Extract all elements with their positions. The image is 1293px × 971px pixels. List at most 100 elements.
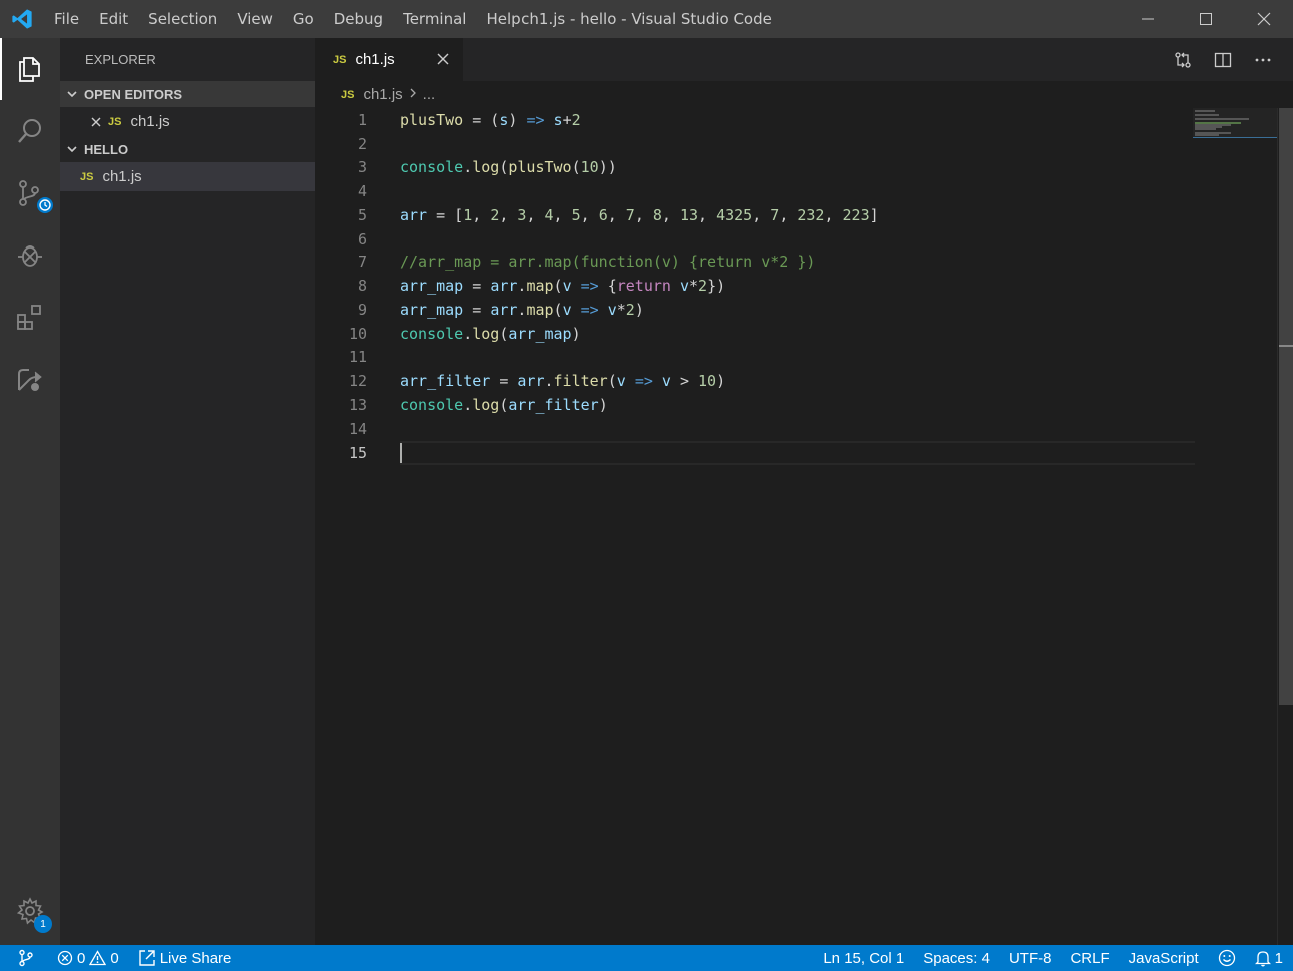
status-bar: 0 0 Live Share Ln 15, Col 1 Spaces: 4 UT… [0, 945, 1293, 971]
line-number: 8 [357, 277, 367, 295]
sidebar-title: EXPLORER [85, 52, 156, 67]
explorer-button[interactable] [0, 38, 60, 100]
code-line: 3 console.log(plusTwo(10)) [315, 155, 1193, 179]
line-number: 1 [357, 111, 367, 129]
open-editor-item[interactable]: JS ch1.js [60, 107, 315, 136]
eol-status[interactable]: CRLF [1060, 945, 1118, 971]
close-icon [437, 53, 449, 65]
minimize-button[interactable] [1119, 0, 1177, 38]
menu-terminal[interactable]: Terminal [393, 0, 476, 38]
code-line: 9 arr_map = arr.map(v => v*2) [315, 298, 1193, 322]
breadcrumb-file[interactable]: ch1.js [363, 86, 402, 103]
close-editor-button[interactable] [84, 116, 108, 128]
open-changes-button[interactable] [1163, 38, 1203, 81]
split-editor-icon [1214, 52, 1232, 67]
close-icon [1257, 12, 1271, 26]
menu-selection[interactable]: Selection [138, 0, 227, 38]
files-icon [19, 57, 40, 82]
window-controls [1119, 0, 1293, 38]
split-editor-button[interactable] [1203, 38, 1243, 81]
bell-icon [1254, 951, 1271, 967]
minimap[interactable] [1193, 108, 1277, 945]
code-editor[interactable]: 1 plusTwo = (s) => s+2 2 3 console.log(p… [315, 108, 1195, 945]
scrollbar-thumb[interactable] [1279, 108, 1293, 705]
open-editor-filename: ch1.js [130, 113, 170, 130]
live-share-icon [138, 950, 155, 966]
line-number: 12 [348, 372, 367, 390]
code-line: 11 [315, 345, 1193, 369]
menu-go[interactable]: Go [283, 0, 324, 38]
language-mode-status[interactable]: JavaScript [1119, 945, 1208, 971]
file-name: ch1.js [102, 168, 142, 185]
manage-button[interactable]: 1 [0, 883, 60, 939]
menu-edit[interactable]: Edit [89, 0, 138, 38]
close-tab-button[interactable] [435, 51, 451, 67]
minimap-line [1195, 118, 1249, 120]
search-icon [18, 119, 41, 143]
line-number: 6 [357, 230, 367, 248]
cursor-position-status[interactable]: Ln 15, Col 1 [814, 945, 913, 971]
js-file-icon: JS [80, 170, 94, 183]
folder-label: HELLO [84, 141, 129, 157]
line-content: console.log(arr_map) [400, 325, 581, 343]
activity-bar: 1 [0, 38, 60, 945]
smiley-icon [1218, 949, 1235, 967]
folder-header-hello[interactable]: HELLO [60, 136, 315, 162]
line-content: plusTwo = (s) => s+2 [400, 111, 581, 129]
error-icon [57, 950, 73, 966]
debug-button[interactable] [0, 224, 60, 286]
chevron-down-icon [60, 88, 84, 100]
menu-file[interactable]: File [44, 0, 89, 38]
encoding-status[interactable]: UTF-8 [999, 945, 1061, 971]
explorer-sidebar: EXPLORER OPEN EDITORS JS ch1.js HELLO JS… [60, 38, 315, 945]
ellipsis-icon [1255, 58, 1271, 61]
editor-tabs: JS ch1.js [315, 38, 1293, 81]
source-control-button[interactable] [0, 162, 60, 224]
js-file-icon: JS [333, 53, 347, 66]
maximize-icon [1200, 13, 1212, 25]
problems-status[interactable]: 0 0 [43, 945, 128, 971]
chevron-right-icon [409, 86, 417, 103]
line-number: 13 [348, 396, 367, 414]
extensions-button[interactable] [0, 286, 60, 348]
code-line: 13 console.log(arr_filter) [315, 393, 1193, 417]
close-window-button[interactable] [1235, 0, 1293, 38]
code-line: 7 //arr_map = arr.map(function(v) {retur… [315, 250, 1193, 274]
menu-view[interactable]: View [227, 0, 283, 38]
live-share-button[interactable] [0, 348, 60, 410]
source-control-status[interactable] [0, 945, 43, 971]
line-number: 15 [348, 444, 367, 462]
cursor-position-marker [1279, 345, 1293, 347]
more-actions-button[interactable] [1243, 38, 1283, 81]
live-share-icon [18, 369, 42, 391]
menu-debug[interactable]: Debug [324, 0, 393, 38]
live-share-status[interactable]: Live Share [128, 945, 241, 971]
menu-help[interactable]: Help [476, 0, 530, 38]
tab-ch1-js[interactable]: JS ch1.js [315, 38, 463, 81]
notifications-button[interactable]: 1 [1245, 945, 1293, 971]
breadcrumb-more[interactable]: ... [423, 86, 436, 103]
open-editors-header[interactable]: OPEN EDITORS [60, 81, 315, 107]
line-content: arr_filter = arr.filter(v => v > 10) [400, 372, 726, 390]
chevron-down-icon [60, 143, 84, 155]
line-number: 11 [348, 348, 367, 366]
extensions-icon [17, 305, 41, 330]
line-content: console.log(plusTwo(10)) [400, 158, 617, 176]
live-share-label: Live Share [159, 949, 232, 967]
code-line: 4 [315, 179, 1193, 203]
error-count: 0 [77, 949, 86, 967]
indentation-status[interactable]: Spaces: 4 [913, 945, 999, 971]
code-line: 15 [315, 441, 1193, 465]
feedback-button[interactable] [1208, 945, 1245, 971]
search-button[interactable] [0, 100, 60, 162]
notification-count: 1 [1274, 949, 1283, 967]
vertical-scrollbar[interactable] [1277, 108, 1293, 945]
minimap-line [1195, 114, 1219, 116]
warning-count: 0 [110, 949, 119, 967]
file-item[interactable]: JS ch1.js [60, 162, 315, 191]
minimap-line [1195, 110, 1215, 112]
menu-bar: File Edit Selection View Go Debug Termin… [44, 0, 531, 38]
line-number: 9 [357, 301, 367, 319]
line-content: arr_map = arr.map(v => {return v*2}) [400, 277, 726, 295]
maximize-button[interactable] [1177, 0, 1235, 38]
